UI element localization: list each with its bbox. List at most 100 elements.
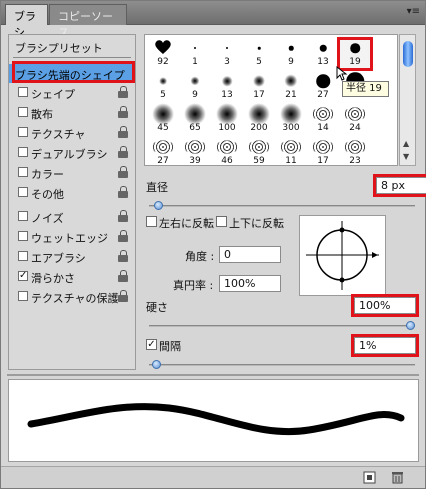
option-noise[interactable]: ノイズ <box>9 207 135 226</box>
brush-tip-cell[interactable]: 17 <box>243 69 275 102</box>
lock-icon[interactable] <box>118 106 129 118</box>
brush-tip-cell[interactable]: 13 <box>307 36 339 69</box>
tab-clone-source[interactable]: コピーソース <box>49 4 127 39</box>
lock-icon[interactable] <box>118 166 129 178</box>
new-brush-icon[interactable] <box>363 471 376 484</box>
lock-icon[interactable] <box>118 210 129 222</box>
diameter-slider[interactable] <box>149 201 415 210</box>
slider-thumb[interactable] <box>406 321 415 330</box>
brush-tip-cell[interactable]: 200 <box>243 102 275 135</box>
flip-y-label: 上下に反転 <box>229 217 284 230</box>
option-checkbox-checked[interactable]: ✓ <box>18 271 28 281</box>
slider-thumb[interactable] <box>151 360 161 369</box>
option-checkbox[interactable] <box>18 251 28 261</box>
brush-tip-cell[interactable]: 27 <box>147 135 179 166</box>
brush-tip-cell[interactable]: 11 <box>275 135 307 165</box>
option-checkbox[interactable] <box>18 107 28 117</box>
flip-x-label: 左右に反転 <box>159 217 214 230</box>
slider-thumb[interactable] <box>154 201 164 210</box>
option-checkbox[interactable] <box>18 87 28 97</box>
scroll-up-icon[interactable]: ▲ <box>403 139 409 148</box>
brush-tip-cell[interactable]: 14 <box>307 102 339 135</box>
brush-tip-cell[interactable]: 5 <box>147 69 179 102</box>
brush-stroke-preview <box>8 379 419 462</box>
panel-menu-icon[interactable]: ▾≡ <box>407 6 420 17</box>
option-checkbox[interactable] <box>18 231 28 241</box>
brush-tip-cell[interactable]: 23 <box>339 135 371 165</box>
option-wet-edges[interactable]: ウェットエッジ <box>9 227 135 246</box>
roundness-input[interactable]: 100% <box>219 275 281 292</box>
lock-icon[interactable] <box>118 230 129 242</box>
scrollbar-thumb[interactable] <box>403 41 413 67</box>
lock-icon[interactable] <box>118 270 129 282</box>
hardness-input[interactable]: 100% <box>354 297 416 314</box>
diameter-input[interactable]: 8 px <box>376 177 426 194</box>
brush-tip-cell[interactable]: 300 <box>275 102 307 135</box>
option-dual-brush[interactable]: デュアルブラシ <box>9 143 135 162</box>
flip-y-checkbox[interactable] <box>216 216 227 227</box>
brush-tip-cell[interactable]: 24 <box>339 102 371 135</box>
option-other-dynamics[interactable]: その他 <box>9 183 135 202</box>
soft-round-brush-icon <box>216 103 238 125</box>
brush-tip-cell[interactable]: 13 <box>211 69 243 102</box>
brush-tip-cell[interactable]: 9 <box>179 69 211 102</box>
brush-tip-cell[interactable]: 100 <box>211 102 243 135</box>
option-protect-texture[interactable]: テクスチャの保護 <box>9 287 135 306</box>
brush-size-label: 17 <box>317 156 329 166</box>
brush-tip-cell[interactable]: 39 <box>179 135 211 165</box>
lock-icon[interactable] <box>118 186 129 198</box>
option-airbrush[interactable]: エアブラシ <box>9 247 135 266</box>
brush-presets-item[interactable]: ブラシプリセット <box>15 40 103 56</box>
angle-roundness-widget[interactable] <box>299 215 386 296</box>
option-texture[interactable]: テクスチャ <box>9 123 135 142</box>
lock-icon[interactable] <box>118 290 129 302</box>
lock-icon[interactable] <box>118 250 129 262</box>
brush-tip-cell[interactable]: 9 <box>275 36 307 69</box>
tab-brush[interactable]: ブラシ <box>5 4 48 39</box>
flip-x-checkbox[interactable] <box>146 216 157 227</box>
option-shape-dynamics[interactable]: シェイプ <box>9 83 135 102</box>
option-scattering[interactable]: 散布 <box>9 103 135 122</box>
option-label: 散布 <box>31 108 53 121</box>
brush-size-label: 92 <box>157 57 169 67</box>
hard-round-brush-icon <box>319 44 327 52</box>
brush-tip-cell[interactable]: 92 <box>147 36 179 69</box>
hard-round-brush-icon <box>350 43 360 53</box>
option-smoothing[interactable]: ✓ 滑らかさ <box>9 267 135 286</box>
angle-input[interactable]: 0 <box>219 246 281 263</box>
spatter-brush-icon <box>313 140 333 154</box>
lock-icon[interactable] <box>118 86 129 98</box>
option-checkbox[interactable] <box>18 187 28 197</box>
option-checkbox[interactable] <box>18 127 28 137</box>
brush-tip-cell[interactable]: 45 <box>147 102 179 135</box>
brush-tip-cell[interactable]: 3 <box>211 36 243 69</box>
brush-tip-cell[interactable]: 17 <box>307 135 339 166</box>
option-checkbox[interactable] <box>18 291 28 301</box>
grid-scrollbar[interactable]: ▲ ▼ <box>399 34 416 166</box>
brush-tip-cell[interactable]: 27 <box>307 69 339 102</box>
brush-tip-cell[interactable]: 1 <box>179 36 211 69</box>
hardness-slider[interactable] <box>149 321 415 330</box>
option-checkbox[interactable] <box>18 211 28 221</box>
option-color-dynamics[interactable]: カラー <box>9 163 135 182</box>
brush-tip-grid[interactable]: 9213591319591317212735456510020030014242… <box>144 34 398 166</box>
scroll-down-icon[interactable]: ▼ <box>403 152 409 161</box>
spacing-input[interactable]: 1% <box>354 337 416 354</box>
trash-icon[interactable] <box>391 471 404 484</box>
option-checkbox[interactable] <box>18 147 28 157</box>
diameter-label: 直径 <box>146 181 168 194</box>
brush-tip-cell[interactable]: 65 <box>179 102 211 135</box>
brush-tip-cell[interactable]: 46 <box>211 135 243 165</box>
lock-icon[interactable] <box>118 126 129 138</box>
brush-tip-cell[interactable]: 5 <box>243 36 275 69</box>
brush-tip-cell[interactable]: 59 <box>243 135 275 165</box>
spacing-slider[interactable] <box>149 360 415 369</box>
option-checkbox[interactable] <box>18 167 28 177</box>
spacing-checkbox[interactable]: ✓ <box>146 339 157 350</box>
brush-tip-cell[interactable]: 21 <box>275 69 307 102</box>
lock-icon[interactable] <box>118 146 129 158</box>
brush-tip-cell[interactable]: 19 <box>339 36 371 69</box>
spacing-label: 間隔 <box>159 340 181 353</box>
brush-tip-shape-item[interactable]: ブラシ先端のシェイプ <box>9 64 135 83</box>
brush-size-label: 27 <box>157 156 169 166</box>
